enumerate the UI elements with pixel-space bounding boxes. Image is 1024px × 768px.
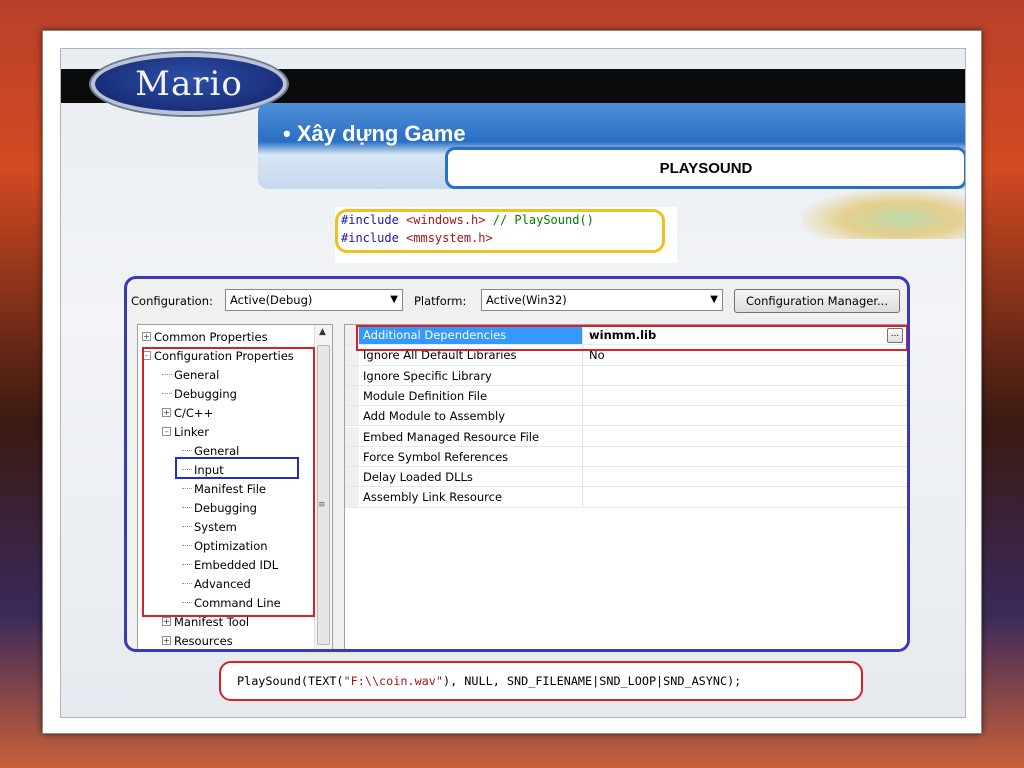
property-name: Assembly Link Resource (359, 487, 583, 507)
property-name: Force Symbol References (359, 446, 583, 467)
logo-text: Mario (135, 64, 243, 104)
property-grid: Additional Dependencies winmm.lib ... Ig… (344, 324, 907, 649)
scrollbar-thumb[interactable] (317, 345, 330, 645)
property-value[interactable] (587, 487, 589, 490)
property-name: Ignore Specific Library (359, 365, 583, 385)
decorative-artwork (801, 189, 965, 239)
tree-item-label: Resources (174, 633, 233, 648)
property-name: Embed Managed Resource File (359, 426, 583, 446)
scroll-grip-icon: ≡ (318, 500, 326, 510)
platform-label: Platform: (414, 294, 467, 308)
include-highlight-ring (335, 209, 665, 253)
mario-logo: Mario (91, 53, 287, 115)
property-value[interactable] (587, 406, 589, 409)
expand-icon[interactable]: + (142, 332, 151, 341)
tree-scrollbar[interactable]: ▲ ≡ (314, 325, 332, 649)
red-highlight-dependencies (356, 325, 907, 351)
configuration-manager-button[interactable]: Configuration Manager... (734, 289, 900, 313)
expand-icon[interactable]: + (162, 617, 171, 626)
property-value[interactable] (587, 447, 589, 450)
property-row[interactable]: Delay Loaded DLLs (345, 467, 907, 488)
property-name: Delay Loaded DLLs (359, 467, 583, 487)
property-value[interactable] (587, 427, 589, 430)
property-pages-dialog: Configuration: Active(Debug) ▼ Platform:… (124, 276, 910, 652)
dropdown-arrow-icon: ▼ (710, 294, 718, 305)
platform-value: Active(Win32) (486, 293, 567, 307)
configuration-combo[interactable]: Active(Debug) ▼ (225, 289, 403, 311)
property-value[interactable] (587, 386, 589, 389)
property-row[interactable]: Add Module to Assembly (345, 406, 907, 427)
configuration-label: Configuration: (131, 294, 213, 308)
expand-icon[interactable]: + (162, 636, 171, 645)
property-value[interactable] (587, 366, 589, 369)
code-string: "F:\\coin.wav" (343, 674, 443, 688)
tree-item-label: Common Properties (154, 329, 268, 344)
blue-highlight-input (175, 457, 299, 479)
tree-item-resources[interactable]: + Resources (162, 631, 233, 649)
code-prefix: PlaySound(TEXT( (237, 674, 344, 688)
playsound-code-snippet: PlaySound(TEXT("F:\\coin.wav"), NULL, SN… (219, 661, 863, 701)
property-name: Module Definition File (359, 385, 583, 406)
red-highlight-config-tree (142, 347, 315, 617)
property-name: Add Module to Assembly (359, 406, 583, 426)
property-row[interactable]: Ignore Specific Library (345, 365, 907, 386)
slide-subtitle: PLAYSOUND (445, 147, 965, 189)
configuration-value: Active(Debug) (230, 293, 313, 307)
code-suffix: ), NULL, SND_FILENAME|SND_LOOP|SND_ASYNC… (442, 674, 742, 688)
slide-content: Mario • Xây dựng Game PLAYSOUND #include… (60, 48, 966, 718)
slide-frame: Mario • Xây dựng Game PLAYSOUND #include… (42, 30, 982, 734)
dialog-toolbar: Configuration: Active(Debug) ▼ Platform:… (127, 279, 907, 317)
dropdown-arrow-icon: ▼ (390, 294, 398, 305)
property-value[interactable] (587, 467, 589, 470)
tree-item-common-properties[interactable]: + Common Properties (142, 327, 268, 346)
property-row[interactable]: Assembly Link Resource (345, 487, 907, 508)
slide-title: • Xây dựng Game (283, 121, 466, 146)
property-row[interactable]: Force Symbol References (345, 446, 907, 468)
scroll-up-arrow-icon[interactable]: ▲ (319, 327, 326, 337)
property-row[interactable]: Module Definition File (345, 385, 907, 407)
platform-combo[interactable]: Active(Win32) ▼ (481, 289, 723, 311)
property-row[interactable]: Embed Managed Resource File (345, 426, 907, 447)
